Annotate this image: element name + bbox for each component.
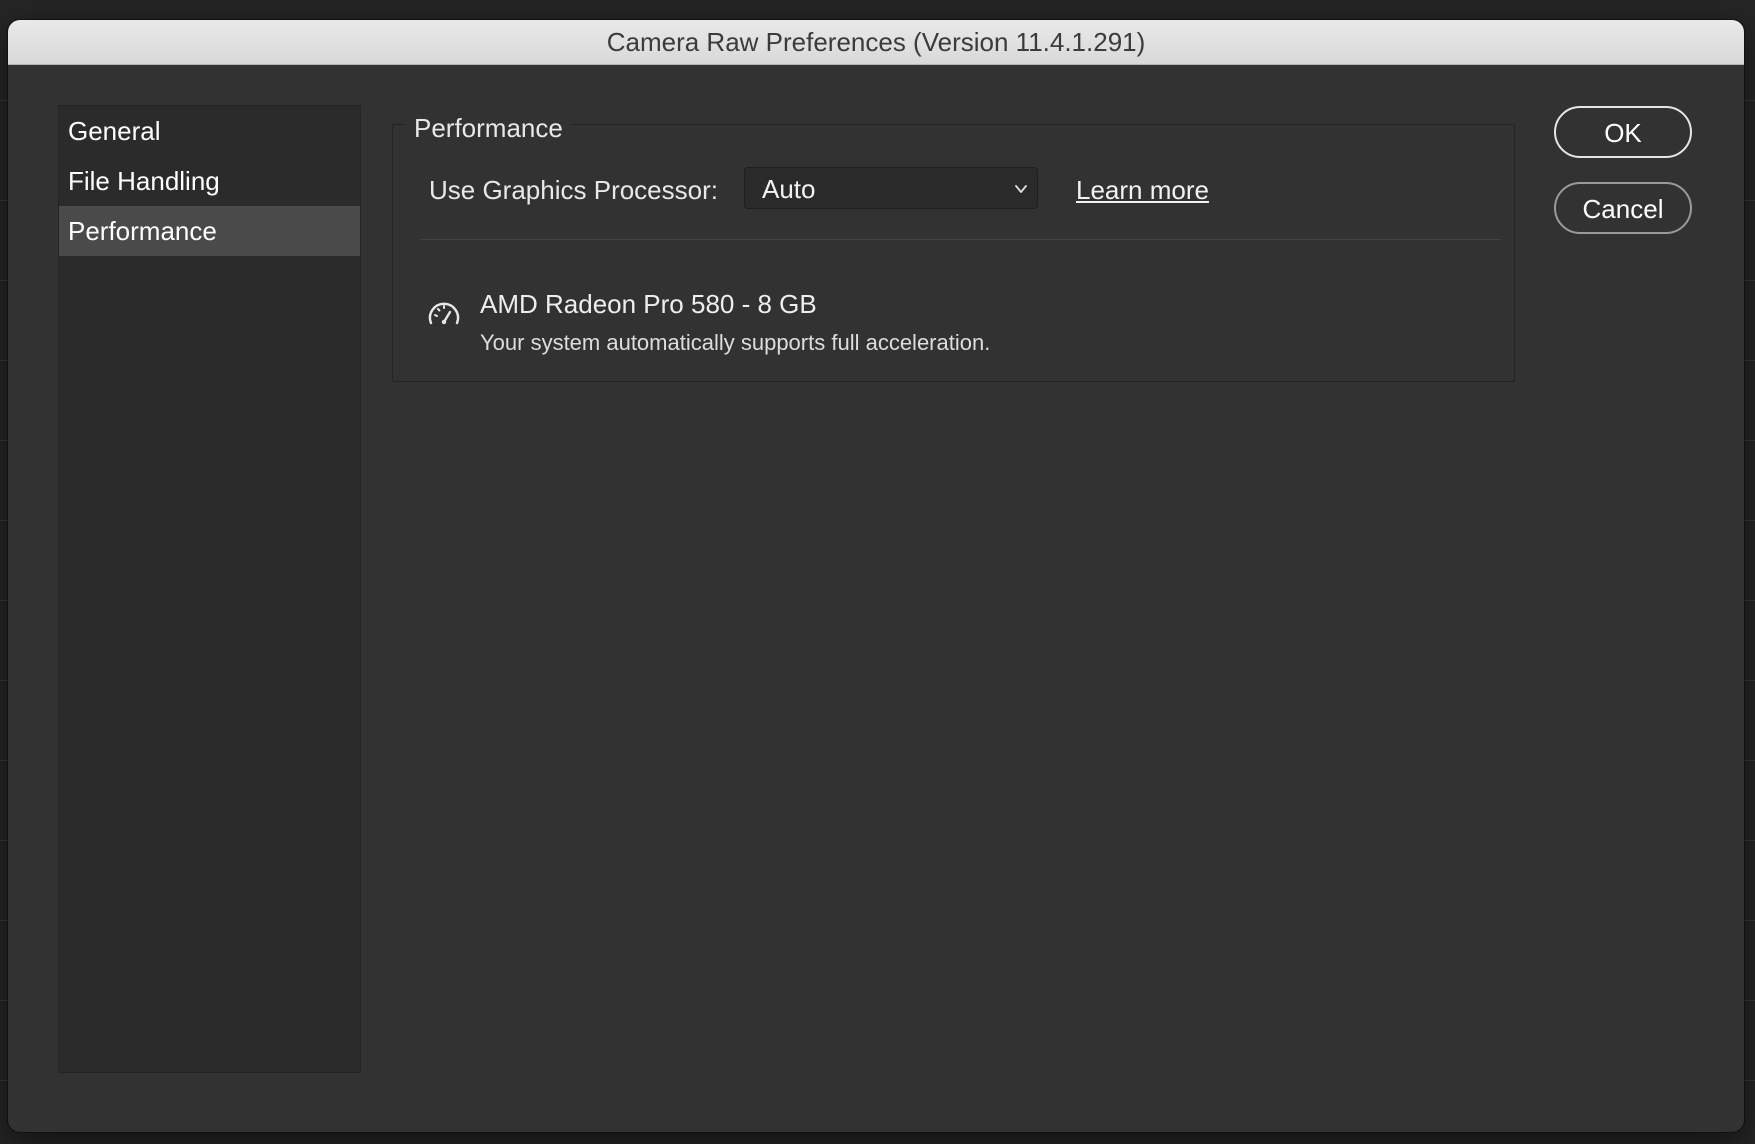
chevron-down-icon [1015,185,1027,193]
gpu-select[interactable]: Auto [744,167,1038,209]
window-title[interactable]: Camera Raw Preferences (Version 11.4.1.2… [8,20,1744,65]
learn-more-link[interactable]: Learn more [1076,170,1209,210]
section-divider [421,239,1501,240]
group-title: Performance [406,110,571,146]
ok-button[interactable]: OK [1554,106,1692,158]
gpu-label: Use Graphics Processor: [429,175,718,205]
sidebar-item-performance[interactable]: Performance [59,206,360,256]
speedometer-icon [428,302,460,325]
sidebar-item-general[interactable]: General [59,106,360,156]
cancel-button[interactable]: Cancel [1554,182,1692,234]
gpu-select-value: Auto [762,174,816,204]
sidebar-item-file-handling[interactable]: File Handling [59,156,360,206]
gpu-status-text: Your system automatically supports full … [480,330,991,355]
preferences-dialog: Camera Raw Preferences (Version 11.4.1.2… [8,20,1744,1132]
preferences-sidebar: General File Handling Performance [58,105,361,1073]
gpu-name: AMD Radeon Pro 580 - 8 GB [480,289,817,319]
